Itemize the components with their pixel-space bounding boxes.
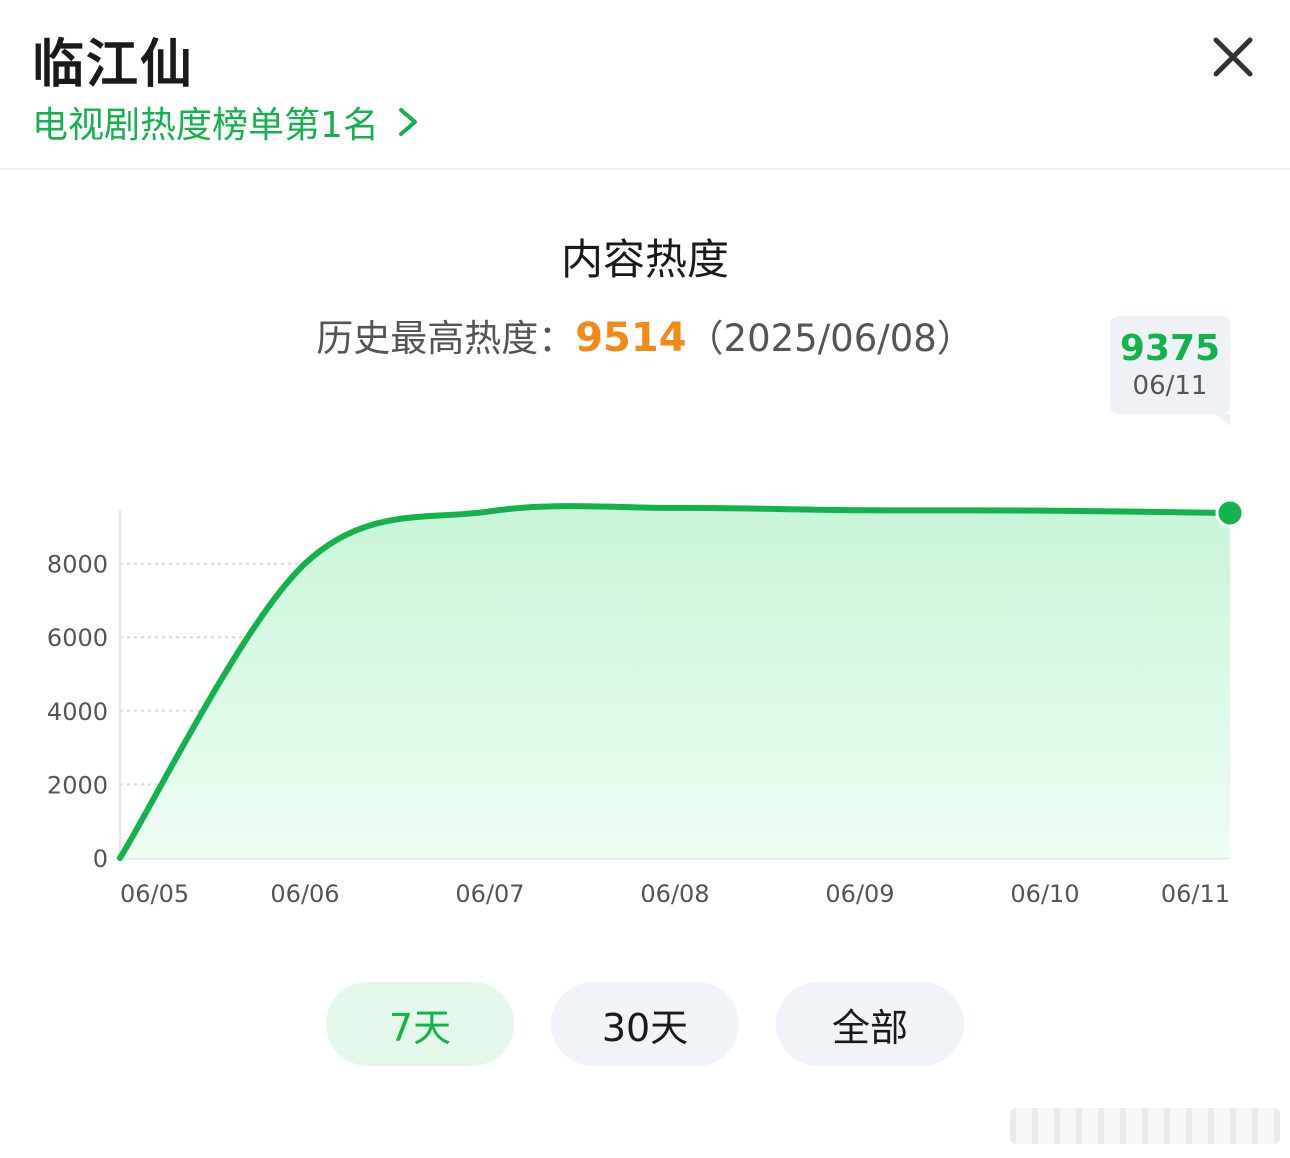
chart-tooltip: 9375 06/11 (1110, 316, 1230, 426)
y-tick-label: 0 (93, 845, 108, 873)
y-tick-label: 8000 (47, 551, 108, 579)
tooltip-date: 06/11 (1132, 371, 1208, 401)
y-tick-label: 6000 (47, 624, 108, 652)
range-30-days-button[interactable]: 30天 (551, 982, 739, 1066)
tooltip-value: 9375 (1119, 328, 1221, 369)
range-all-button[interactable]: 全部 (776, 982, 964, 1066)
x-tick-label: 06/08 (640, 880, 709, 908)
x-tick-label: 06/09 (825, 880, 894, 908)
x-tick-label: 06/06 (270, 880, 339, 908)
heat-detail-sheet: 临江仙 电视剧热度榜单第1名 内容热度 历史最高热度：9514（2025/06/… (0, 0, 1290, 1158)
heat-chart: 0 2000 4000 6000 8000 06/05 06/06 06/07 06/08 06/… (47, 498, 1245, 908)
home-indicator (1010, 1108, 1280, 1144)
area-fill (120, 506, 1230, 858)
x-tick-label: 06/05 (120, 880, 189, 908)
range-7-days-button[interactable]: 7天 (326, 982, 514, 1066)
x-tick-label: 06/07 (455, 880, 524, 908)
y-tick-label: 2000 (47, 771, 108, 799)
highlight-point (1215, 498, 1245, 528)
y-tick-label: 4000 (47, 698, 108, 726)
x-tick-label: 06/10 (1010, 880, 1079, 908)
x-tick-label: 06/11 (1161, 880, 1230, 908)
